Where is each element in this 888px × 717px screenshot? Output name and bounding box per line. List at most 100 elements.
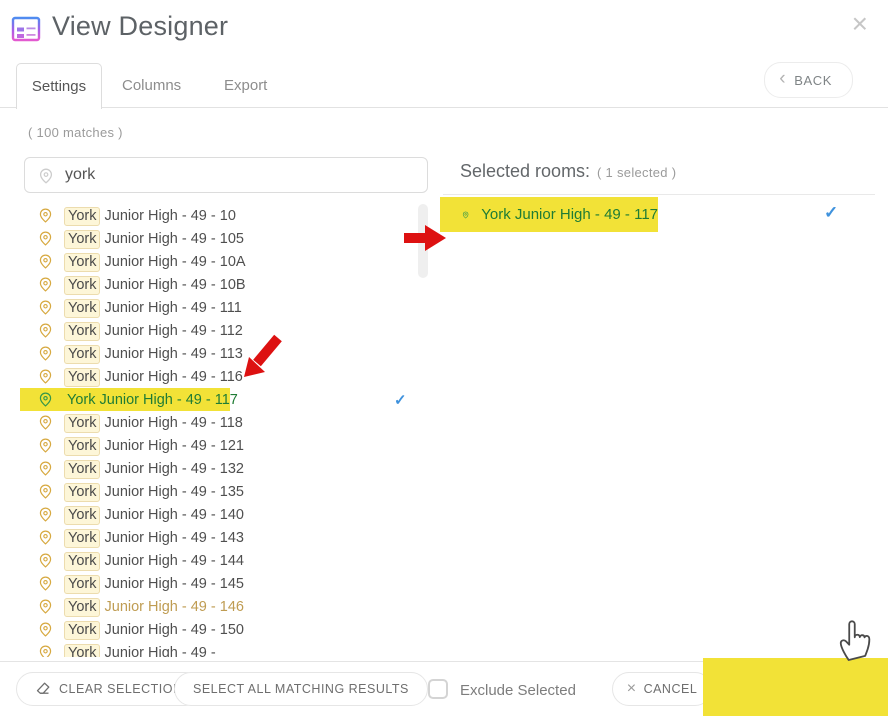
back-button[interactable]: ‹ BACK	[764, 62, 853, 98]
location-pin-icon	[38, 323, 53, 338]
room-list-item[interactable]: York Junior High - 49 - 135	[20, 480, 430, 503]
room-label: York Junior High - 49 - 116	[64, 369, 243, 385]
tab-export[interactable]: Export	[224, 63, 267, 108]
search-match-highlight: York	[64, 437, 100, 456]
location-pin-icon	[38, 507, 53, 522]
search-match-highlight: York	[64, 483, 100, 502]
room-label: York Junior High - 49 - 140	[64, 507, 244, 523]
search-match-highlight: York	[64, 529, 100, 548]
select-all-matching-button[interactable]: SELECT ALL MATCHING RESULTS	[174, 672, 428, 706]
room-label: York Junior High - 49 - 10A	[64, 254, 246, 270]
room-list-item[interactable]: York Junior High - 49 - 105	[20, 227, 430, 250]
room-label: York Junior High - 49 - 10B	[64, 277, 246, 293]
search-match-highlight: York	[64, 506, 100, 525]
room-label: York Junior High - 49 - 121	[64, 438, 244, 454]
room-list-item[interactable]: York Junior High - 49 - 117 ✓	[20, 388, 430, 411]
tab-columns[interactable]: Columns	[122, 63, 181, 108]
room-label: York Junior High - 49 - 117	[67, 392, 238, 408]
room-label: York Junior High - 49 - 105	[64, 231, 244, 247]
search-match-highlight: York	[64, 552, 100, 571]
search-match-highlight: York	[64, 621, 100, 640]
search-match-highlight: York	[64, 207, 100, 226]
cancel-label: CANCEL	[644, 682, 698, 696]
room-list-item[interactable]: York Junior High - 49 - 143	[20, 526, 430, 549]
location-pin-icon	[38, 484, 53, 499]
location-pin-icon	[38, 599, 53, 614]
close-icon[interactable]: ×	[852, 10, 868, 38]
search-match-highlight: York	[64, 575, 100, 594]
room-list-item[interactable]: York Junior High - 49 - 10	[20, 204, 430, 227]
search-match-highlight: York	[64, 414, 100, 433]
room-list-item[interactable]: York Junior High - 49 - 150	[20, 618, 430, 641]
room-label-rest: Junior High - 49 - 116	[100, 369, 242, 385]
room-label-rest: Junior High - 49 - 10A	[100, 254, 245, 270]
location-pin-icon	[38, 622, 53, 637]
search-match-highlight: York	[64, 368, 100, 387]
location-pin-icon	[38, 530, 53, 545]
room-list-item[interactable]: York Junior High - 49 - 10A	[20, 250, 430, 273]
cancel-x-icon: ×	[627, 680, 637, 698]
location-pin-icon	[38, 553, 53, 568]
selected-rooms-heading: Selected rooms:	[460, 161, 590, 182]
room-label: York Junior High - 49 - 112	[64, 323, 243, 339]
room-label-rest: Junior High - 49 - 121	[100, 438, 243, 454]
room-list-item[interactable]: York Junior High - 49 - 140	[20, 503, 430, 526]
room-list-item[interactable]: York Junior High - 49 -	[20, 641, 430, 657]
room-list-item[interactable]: York Junior High - 49 - 132	[20, 457, 430, 480]
clear-selection-label: CLEAR SELECTION	[59, 682, 183, 696]
room-list-item[interactable]: York Junior High - 49 - 112	[20, 319, 430, 342]
room-list-item[interactable]: York Junior High - 49 - 111	[20, 296, 430, 319]
room-label-rest: Junior High - 49 - 145	[100, 576, 243, 592]
selected-room-item[interactable]: York Junior High - 49 - 117	[440, 197, 658, 232]
room-list-item[interactable]: York Junior High - 49 - 10B	[20, 273, 430, 296]
room-label-rest: Junior High - 49 - 140	[100, 507, 243, 523]
room-list-item[interactable]: York Junior High - 49 - 145	[20, 572, 430, 595]
list-scrollbar-thumb[interactable]	[418, 204, 428, 278]
room-label-rest: Junior High - 49 -	[100, 645, 215, 658]
room-label-rest: Junior High - 49 - 143	[100, 530, 243, 546]
search-match-highlight: York	[64, 345, 100, 364]
location-pin-icon	[38, 231, 53, 246]
room-list-item[interactable]: York Junior High - 49 - 118	[20, 411, 430, 434]
cancel-button[interactable]: × CANCEL	[612, 672, 712, 706]
check-icon: ✓	[394, 391, 407, 409]
room-list-item[interactable]: York Junior High - 49 - 116	[20, 365, 430, 388]
eraser-icon	[35, 681, 51, 697]
location-pin-icon	[38, 346, 53, 361]
tab-settings[interactable]: Settings	[16, 63, 102, 109]
room-label: York Junior High - 49 - 145	[64, 576, 244, 592]
room-label: York Junior High - 49 -	[64, 645, 216, 658]
location-pin-icon	[38, 369, 53, 384]
room-label: York Junior High - 49 - 118	[64, 415, 243, 431]
view-designer-app-icon	[10, 13, 42, 45]
room-label-rest: Junior High - 49 - 146	[100, 599, 243, 615]
room-list-item[interactable]: York Junior High - 49 - 144	[20, 549, 430, 572]
room-label-rest: Junior High - 49 - 111	[100, 300, 241, 316]
search-match-highlight: York	[64, 644, 100, 658]
room-search-box	[24, 157, 428, 193]
chevron-left-icon: ‹	[779, 68, 786, 90]
room-label-rest: Junior High - 49 - 150	[100, 622, 243, 638]
room-label-rest: Junior High - 49 - 10B	[100, 277, 245, 293]
room-label-rest: Junior High - 49 - 118	[100, 415, 242, 431]
page-title: View Designer	[52, 11, 228, 42]
select-all-matching-label: SELECT ALL MATCHING RESULTS	[193, 682, 409, 696]
room-list-item[interactable]: York Junior High - 49 - 113	[20, 342, 430, 365]
search-match-highlight: York	[64, 598, 100, 617]
room-list: York Junior High - 49 - 10 York Junior H…	[20, 204, 430, 657]
room-label-rest: Junior High - 49 - 105	[100, 231, 243, 247]
save-button-highlight	[703, 658, 888, 716]
selected-count: ( 1 selected )	[597, 165, 676, 180]
location-pin-icon	[38, 415, 53, 430]
search-match-highlight: York	[64, 299, 100, 318]
room-label-rest: Junior High - 49 - 144	[100, 553, 243, 569]
exclude-selected-checkbox[interactable]	[428, 679, 448, 699]
room-list-item[interactable]: York Junior High - 49 - 146	[20, 595, 430, 618]
room-list-item[interactable]: York Junior High - 49 - 121	[20, 434, 430, 457]
room-label-rest: Junior High - 49 - 112	[100, 323, 242, 339]
search-input[interactable]	[25, 158, 427, 192]
selected-room-label: York Junior High - 49 - 117	[481, 206, 658, 223]
room-label: York Junior High - 49 - 143	[64, 530, 244, 546]
search-match-highlight: York	[64, 253, 100, 272]
back-button-label: BACK	[794, 73, 832, 88]
